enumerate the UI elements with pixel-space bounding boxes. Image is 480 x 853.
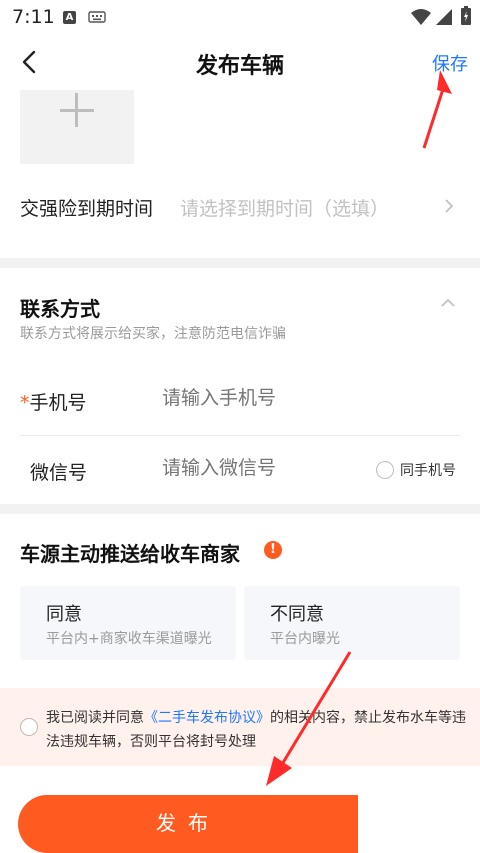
- option-agree-title: 同意: [46, 604, 82, 625]
- photo-upload-button[interactable]: [20, 90, 134, 164]
- insurance-expiry-label: 交强险到期时间: [20, 198, 154, 220]
- option-disagree-desc: 平台内曝光: [270, 631, 340, 647]
- same-as-phone-label: 同手机号: [400, 463, 456, 479]
- phone-input[interactable]: [162, 388, 362, 410]
- option-agree-card[interactable]: 同意 平台内+商家收车渠道曝光: [20, 586, 236, 660]
- section-divider: [0, 258, 480, 268]
- keyboard-icon: [88, 11, 106, 23]
- contact-section-title: 联系方式: [20, 297, 100, 321]
- agreement-band: 我已阅读并同意《二手车发布协议》的相关内容，禁止发布水车等违法违规车辆，否则平台…: [0, 688, 480, 766]
- chevron-up-icon[interactable]: [440, 298, 456, 308]
- agreement-text: 我已阅读并同意《二手车发布协议》的相关内容，禁止发布水车等违法违规车辆，否则平台…: [46, 710, 466, 750]
- status-bar: 7:11 A: [0, 0, 480, 34]
- contact-section-subtitle: 联系方式将展示给买家，注意防范电信诈骗: [20, 326, 286, 342]
- nav-bar: 发布车辆 保存: [0, 34, 480, 90]
- wechat-row: 微信号 同手机号: [20, 450, 460, 490]
- page-title: 发布车辆: [195, 54, 284, 79]
- push-section-title: 车源主动推送给收车商家: [20, 542, 240, 566]
- agreement-link[interactable]: 《二手车发布协议》: [144, 710, 270, 726]
- battery-icon: [461, 6, 471, 25]
- option-disagree-title: 不同意: [270, 604, 324, 625]
- info-alert-icon[interactable]: !: [264, 541, 282, 559]
- section-divider: [0, 504, 480, 514]
- publish-button[interactable]: 发布: [18, 795, 358, 853]
- agreement-checkbox[interactable]: [20, 718, 38, 736]
- option-disagree-card[interactable]: 不同意 平台内曝光: [244, 586, 460, 660]
- status-time: 7:11: [12, 6, 55, 28]
- phone-label: *手机号: [20, 392, 87, 414]
- save-button[interactable]: 保存: [432, 50, 468, 76]
- signal-icon: [436, 9, 452, 25]
- required-mark: *: [20, 392, 30, 414]
- insurance-expiry-placeholder: 请选择到期时间（选填）: [180, 198, 390, 220]
- same-as-phone-radio[interactable]: [376, 461, 394, 479]
- wechat-input[interactable]: [162, 458, 362, 480]
- phone-row: *手机号: [20, 380, 460, 436]
- insurance-expiry-row[interactable]: 交强险到期时间 请选择到期时间（选填）: [0, 180, 480, 234]
- wifi-icon: [411, 9, 431, 25]
- same-as-phone-toggle[interactable]: 同手机号: [376, 460, 456, 480]
- wechat-label: 微信号: [30, 462, 88, 484]
- chevron-right-icon: [445, 199, 454, 213]
- option-agree-desc: 平台内+商家收车渠道曝光: [46, 631, 212, 647]
- notification-a-icon: A: [63, 11, 76, 24]
